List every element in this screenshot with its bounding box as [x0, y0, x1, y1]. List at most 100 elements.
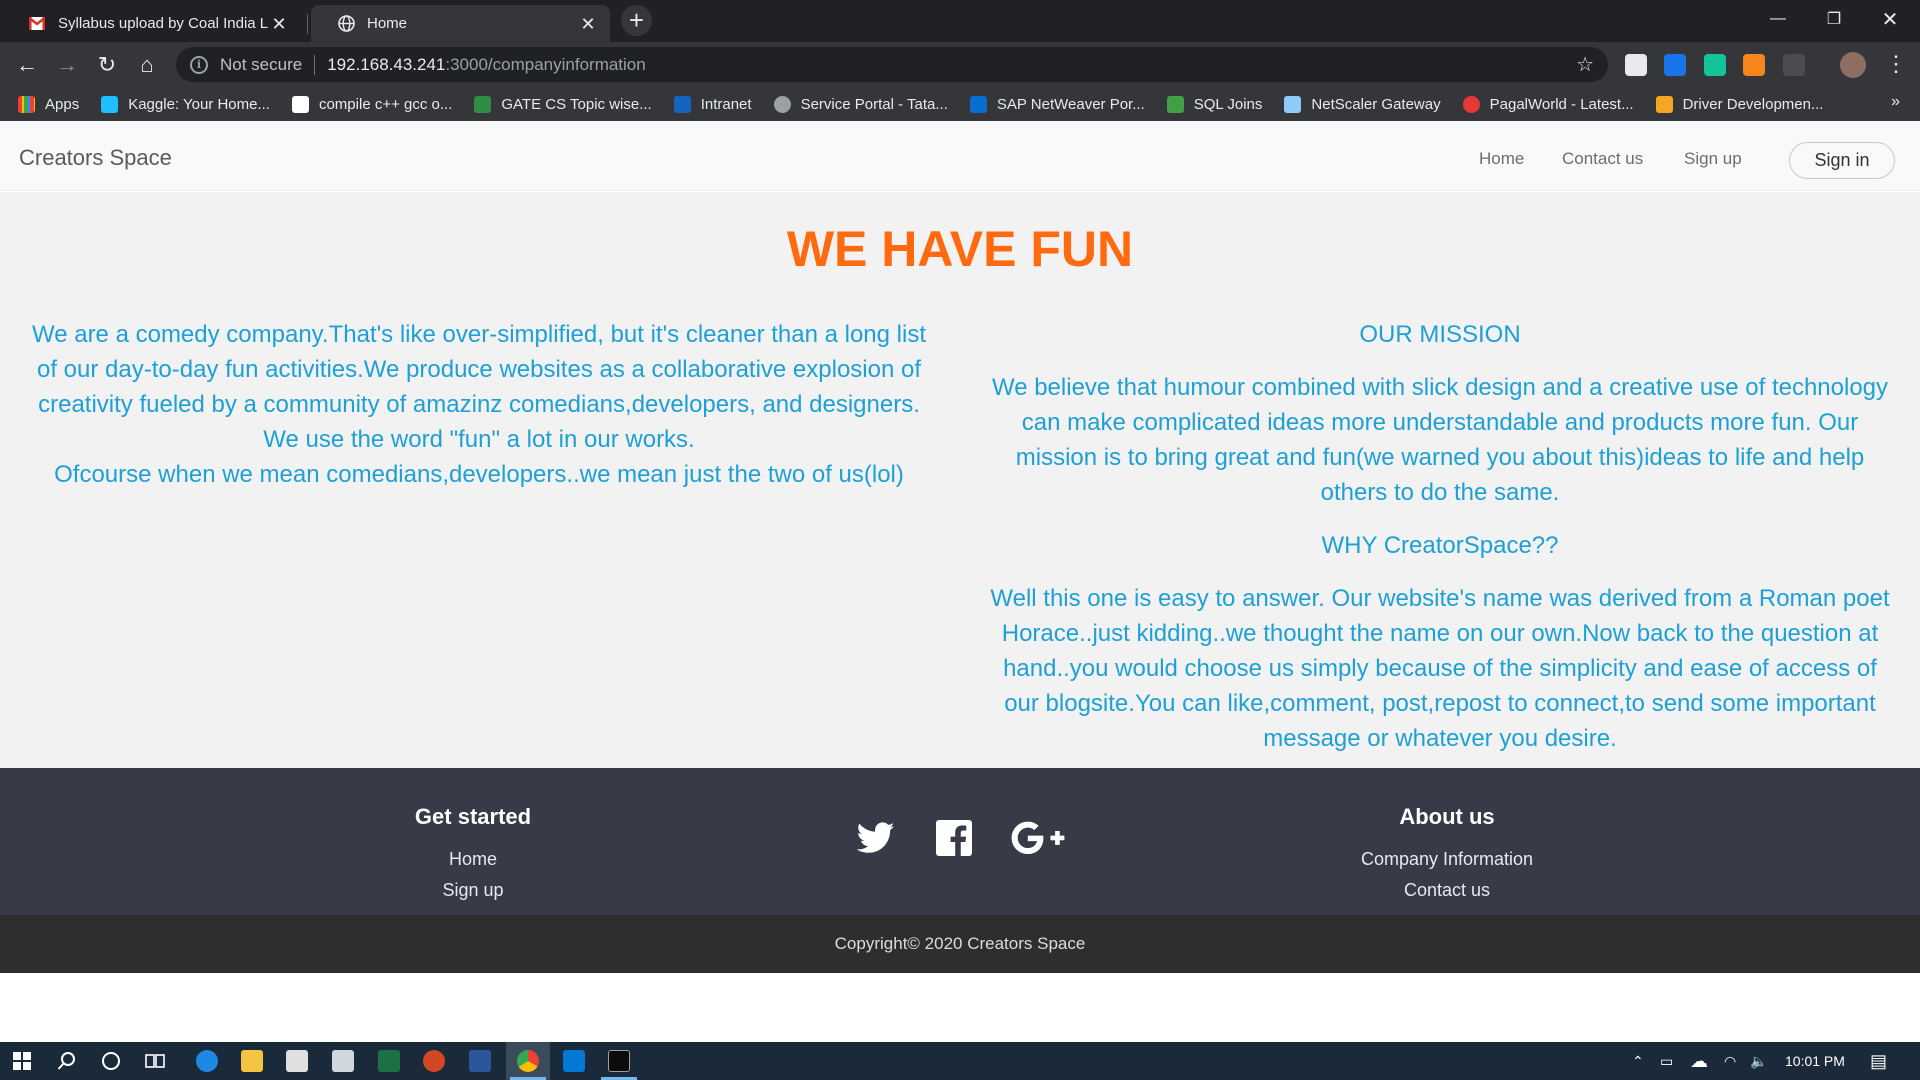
google-plus-icon[interactable] — [1008, 816, 1068, 860]
mission-column: OUR MISSION We believe that humour combi… — [985, 317, 1895, 774]
tab-syllabus[interactable]: Syllabus upload by Coal India Lin ✕ — [2, 5, 301, 42]
sql-icon — [1166, 95, 1184, 113]
site-navbar: Creators Space Home Contact us Sign up S… — [0, 121, 1920, 191]
main-content: WE HAVE FUN We are a comedy company.That… — [0, 192, 1920, 768]
clock[interactable]: 10:01 PM — [1785, 1042, 1845, 1080]
bookmark-pagalworld[interactable]: PagalWorld - Latest... — [1462, 95, 1634, 113]
footer-signup-link[interactable]: Sign up — [273, 875, 673, 906]
tab-home[interactable]: Home ✕ — [311, 5, 610, 42]
page-headline: WE HAVE FUN — [786, 221, 1134, 277]
copyright-bar: Copyright© 2020 Creators Space — [0, 915, 1920, 973]
bookmark-service-portal[interactable]: Service Portal - Tata... — [773, 95, 948, 113]
bookmark-label: SQL Joins — [1193, 95, 1263, 113]
twitter-icon[interactable] — [854, 816, 898, 860]
info-icon[interactable]: i — [190, 55, 208, 74]
brand-logo[interactable]: Creators Space — [19, 145, 172, 171]
chevron-up-icon[interactable]: ⌃ — [1632, 1042, 1644, 1080]
nav-home-link[interactable]: Home — [1479, 149, 1524, 169]
footer-contact-link[interactable]: Contact us — [1247, 875, 1647, 906]
nav-contact-link[interactable]: Contact us — [1562, 149, 1643, 169]
bookmark-driver[interactable]: Driver Developmen... — [1655, 95, 1823, 113]
cortana-icon[interactable] — [99, 1049, 123, 1073]
chrome-icon[interactable] — [517, 1050, 539, 1072]
globe-icon — [337, 15, 355, 33]
bookmark-apps[interactable]: Apps — [18, 95, 80, 113]
about-column: We are a comedy company.That's like over… — [24, 317, 934, 492]
mission-paragraph: We believe that humour combined with sli… — [991, 374, 1889, 506]
site-footer: Get started Home Sign up About us Compan… — [0, 768, 1920, 915]
bookmark-label: GATE CS Topic wise... — [501, 95, 652, 113]
gmail-icon — [28, 15, 46, 33]
bookmark-sql-joins[interactable]: SQL Joins — [1166, 95, 1263, 113]
bookmark-label: compile c++ gcc o... — [318, 95, 453, 113]
chrome-menu-icon[interactable]: ⋮ — [1885, 51, 1907, 79]
extension-w-icon[interactable] — [1664, 54, 1686, 76]
notifications-icon[interactable]: ▤ — [1870, 1042, 1887, 1080]
minimize-icon[interactable]: — — [1750, 0, 1806, 38]
nav-signup-link[interactable]: Sign up — [1684, 149, 1742, 169]
bookmarks-overflow-icon[interactable]: » — [1891, 93, 1900, 111]
browser-toolbar: ← → ↻ ⌂ i Not secure 192.168.43.241:3000… — [0, 42, 1920, 87]
windows-start-icon[interactable] — [10, 1049, 34, 1073]
reload-icon[interactable]: ↻ — [92, 50, 122, 80]
footer-get-started: Get started Home Sign up — [273, 804, 673, 906]
onedrive-cloud-icon[interactable]: ☁ — [1690, 1042, 1708, 1080]
why-paragraph: Well this one is easy to answer. Our web… — [990, 585, 1890, 752]
address-bar[interactable]: i Not secure 192.168.43.241:3000/company… — [176, 47, 1608, 82]
url-host: 192.168.43.241 — [327, 54, 446, 74]
bookmark-label: SAP NetWeaver Por... — [996, 95, 1145, 113]
bookmark-compile[interactable]: compile c++ gcc o... — [291, 95, 453, 113]
grammarly-icon[interactable] — [1704, 54, 1726, 76]
facebook-icon[interactable] — [932, 816, 976, 860]
home-icon[interactable]: ⌂ — [132, 50, 162, 80]
sap-icon — [969, 95, 987, 113]
profile-avatar[interactable] — [1840, 52, 1866, 78]
windows-taskbar: ⌃ ▭ ☁ ◠ 🔈 10:01 PM ▤ — [0, 1042, 1920, 1080]
metamask-icon[interactable] — [1743, 54, 1765, 76]
why-heading: WHY CreatorSpace?? — [1321, 532, 1559, 559]
address-divider — [314, 54, 316, 75]
footer-company-info-link[interactable]: Company Information — [1247, 844, 1647, 875]
restore-icon[interactable]: ❐ — [1806, 0, 1862, 38]
battery-icon[interactable]: ▭ — [1660, 1042, 1673, 1080]
edge-icon[interactable] — [196, 1050, 218, 1072]
extension-icon[interactable] — [1783, 54, 1805, 76]
kaggle-icon — [101, 95, 119, 113]
store-icon[interactable] — [286, 1050, 308, 1072]
bookmark-kaggle[interactable]: Kaggle: Your Home... — [101, 95, 270, 113]
wifi-icon[interactable]: ◠ — [1724, 1042, 1736, 1080]
bookmark-star-icon[interactable]: ☆ — [1576, 52, 1594, 77]
sign-in-button[interactable]: Sign in — [1789, 142, 1895, 179]
pagalworld-icon — [1462, 95, 1480, 113]
excel-icon[interactable] — [378, 1050, 400, 1072]
web-page: Creators Space Home Contact us Sign up S… — [0, 121, 1920, 1042]
about-paragraph: We are a comedy company.That's like over… — [31, 321, 926, 453]
powerpoint-icon[interactable] — [423, 1050, 445, 1072]
back-icon[interactable]: ← — [12, 50, 42, 80]
vscode-icon[interactable] — [563, 1050, 585, 1072]
word-icon[interactable] — [469, 1050, 491, 1072]
new-tab-button[interactable]: + — [621, 5, 652, 36]
footer-home-link[interactable]: Home — [273, 844, 673, 875]
qr-code-extension-icon[interactable] — [1625, 54, 1647, 76]
close-window-icon[interactable]: ✕ — [1862, 0, 1918, 38]
bookmark-intranet[interactable]: Intranet — [673, 95, 752, 113]
bookmarks-bar: Apps Kaggle: Your Home... compile c++ gc… — [0, 87, 1920, 121]
close-icon[interactable]: ✕ — [269, 14, 289, 34]
search-icon[interactable] — [55, 1049, 79, 1073]
mail-icon[interactable] — [332, 1050, 354, 1072]
bookmark-sap[interactable]: SAP NetWeaver Por... — [969, 95, 1145, 113]
file-explorer-icon[interactable] — [241, 1050, 263, 1072]
bookmark-label: Kaggle: Your Home... — [128, 95, 270, 113]
terminal-icon[interactable] — [608, 1050, 630, 1072]
bookmark-gate[interactable]: GATE CS Topic wise... — [474, 95, 652, 113]
volume-icon[interactable]: 🔈 — [1750, 1042, 1767, 1080]
bookmark-label: Apps — [45, 95, 80, 113]
tab-divider — [307, 14, 308, 34]
forward-icon[interactable]: → — [52, 50, 82, 80]
bookmark-netscaler[interactable]: NetScaler Gateway — [1284, 95, 1441, 113]
tab-title: Home — [367, 15, 408, 32]
close-icon[interactable]: ✕ — [578, 14, 598, 34]
task-view-icon[interactable] — [144, 1049, 168, 1073]
footer-heading: About us — [1399, 804, 1495, 829]
